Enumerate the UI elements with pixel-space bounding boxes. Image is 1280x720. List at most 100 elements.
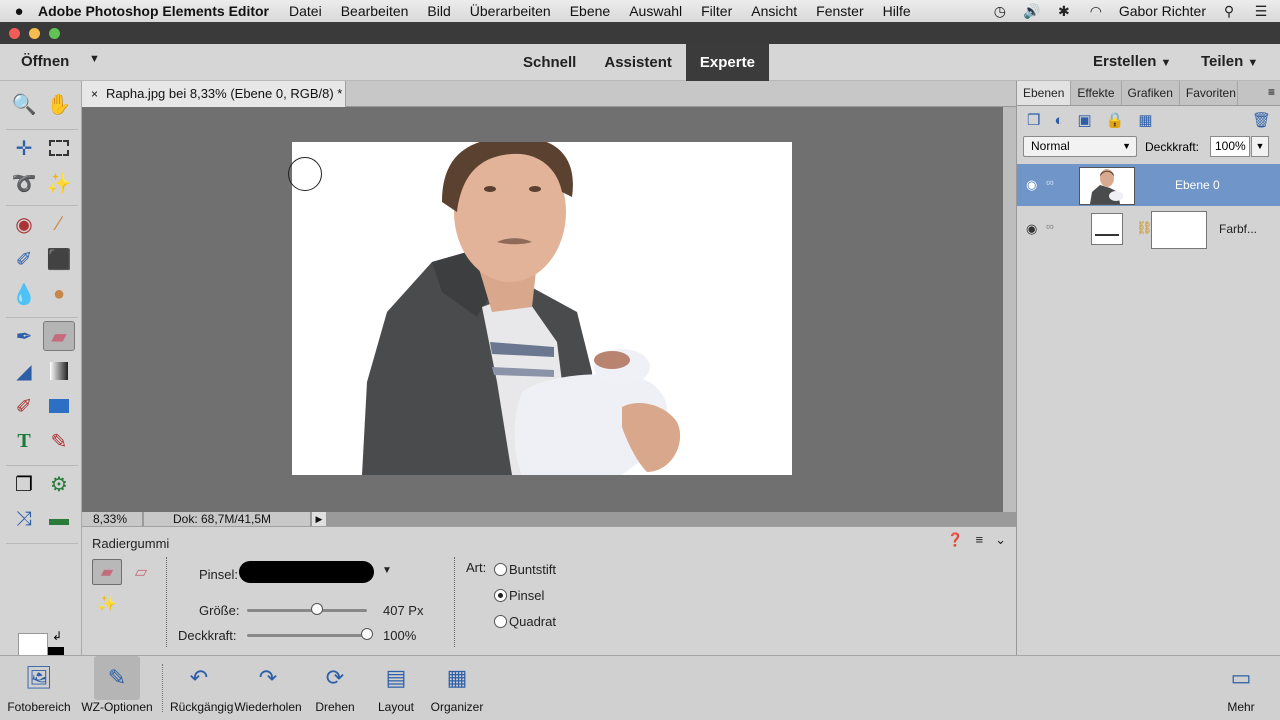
create-button[interactable]: Erstellen ▼: [1093, 53, 1171, 70]
clone-stamp-tool-icon[interactable]: ⬛: [43, 244, 75, 274]
open-dropdown-icon[interactable]: ▼: [89, 53, 100, 65]
document-image[interactable]: [292, 142, 792, 475]
type-buntstift-radio[interactable]: [494, 563, 507, 576]
apple-menu-icon[interactable]: ●: [0, 3, 38, 20]
link-icon[interactable]: ∞: [1046, 221, 1054, 233]
canvas-area[interactable]: [82, 107, 1003, 512]
menu-auswahl[interactable]: Auswahl: [629, 3, 682, 19]
blur-tool-icon[interactable]: 💧: [8, 279, 40, 309]
organizer-button[interactable]: ▦ Organizer: [426, 656, 488, 720]
menu-ebene[interactable]: Ebene: [570, 3, 610, 19]
more-button[interactable]: ▭ Mehr: [1218, 656, 1264, 720]
layer-opacity-dropdown-icon[interactable]: ▼: [1251, 136, 1269, 157]
brush-preview[interactable]: [239, 561, 374, 583]
user-name[interactable]: Gabor Richter: [1119, 3, 1206, 19]
move-tool-icon[interactable]: ✛: [8, 133, 40, 163]
layer-mask-icon[interactable]: ▣: [1078, 111, 1092, 129]
eraser-tool-icon[interactable]: ▰: [43, 321, 75, 351]
menu-fenster[interactable]: Fenster: [816, 3, 863, 19]
tab-grafiken[interactable]: Grafiken: [1122, 81, 1180, 105]
panel-menu-icon[interactable]: ≡: [976, 532, 984, 548]
size-slider-knob[interactable]: [310, 603, 323, 615]
collapse-panel-icon[interactable]: ⌄: [995, 532, 1006, 548]
type-pinsel-radio[interactable]: [494, 589, 507, 602]
layer-name[interactable]: Farbf...: [1219, 222, 1257, 236]
open-button[interactable]: Öffnen: [21, 53, 69, 70]
menu-ansicht[interactable]: Ansicht: [751, 3, 797, 19]
opacity-value[interactable]: 100%: [383, 628, 416, 643]
swap-colors-icon[interactable]: ↲: [52, 629, 62, 643]
window-zoom-button[interactable]: [49, 28, 60, 39]
background-eraser-variant-button[interactable]: ▱: [126, 559, 156, 585]
blend-mode-select[interactable]: Normal ▼: [1023, 136, 1137, 157]
layer-opacity-input[interactable]: 100%: [1210, 136, 1250, 157]
spotlight-search-icon[interactable]: ⚲: [1220, 3, 1238, 20]
window-minimize-button[interactable]: [29, 28, 40, 39]
gradient-tool-icon[interactable]: [43, 356, 75, 386]
hand-tool-icon[interactable]: ✋: [43, 89, 75, 119]
pencil-tool-icon[interactable]: ✎: [43, 426, 75, 456]
recompose-tool-icon[interactable]: ⚙: [43, 469, 75, 499]
size-value[interactable]: 407 Px: [383, 603, 423, 618]
mode-schnell[interactable]: Schnell: [509, 44, 590, 81]
mode-experte[interactable]: Experte: [685, 44, 769, 81]
smart-brush-tool-icon[interactable]: ✐: [8, 244, 40, 274]
tab-favoriten[interactable]: Favoriten: [1180, 81, 1238, 105]
status-menu-arrow-icon[interactable]: ▶: [312, 512, 326, 526]
notification-list-icon[interactable]: ☰: [1252, 3, 1270, 20]
photo-bin-button[interactable]: 🖼 Fotobereich: [4, 656, 74, 720]
brush-picker-dropdown-icon[interactable]: ▼: [382, 565, 392, 576]
tab-effekte[interactable]: Effekte: [1071, 81, 1122, 105]
app-menu[interactable]: Adobe Photoshop Elements Editor: [38, 3, 269, 19]
wifi-icon[interactable]: ◠: [1087, 3, 1105, 20]
rotate-button[interactable]: ⟳ Drehen: [308, 656, 362, 720]
type-pinsel-label[interactable]: Pinsel: [509, 588, 544, 603]
window-close-button[interactable]: [9, 28, 20, 39]
panel-menu-icon[interactable]: ≡: [1268, 85, 1275, 99]
paint-bucket-tool-icon[interactable]: ◢: [8, 356, 40, 386]
brush-tool-icon[interactable]: ✒: [8, 321, 40, 351]
close-document-icon[interactable]: ×: [91, 87, 98, 101]
zoom-tool-icon[interactable]: 🔍: [8, 89, 40, 119]
layer-name[interactable]: Ebene 0: [1175, 178, 1220, 192]
layer-row-farbfuellung[interactable]: ◉ ∞ ⛓ Farbf...: [1017, 208, 1280, 250]
link-icon[interactable]: ∞: [1046, 177, 1054, 189]
new-layer-icon[interactable]: ❒: [1027, 111, 1040, 129]
document-tab[interactable]: × Rapha.jpg bei 8,33% (Ebene 0, RGB/8) *: [82, 81, 346, 107]
vertical-scrollbar[interactable]: [1003, 107, 1016, 512]
type-buntstift-label[interactable]: Buntstift: [509, 562, 556, 577]
eyedropper-tool-icon[interactable]: ✐: [8, 391, 40, 421]
layer-row-ebene-0[interactable]: ◉ ∞ Ebene 0: [1017, 164, 1280, 206]
menu-datei[interactable]: Datei: [289, 3, 322, 19]
magic-wand-tool-icon[interactable]: ✨: [43, 168, 75, 198]
layout-button[interactable]: ▤ Layout: [370, 656, 422, 720]
menu-bild[interactable]: Bild: [427, 3, 450, 19]
bluetooth-icon[interactable]: ✱: [1055, 3, 1073, 20]
content-aware-move-tool-icon[interactable]: ⤨: [8, 504, 40, 534]
lasso-tool-icon[interactable]: ➰: [8, 168, 40, 198]
tool-options-button[interactable]: ✎ WZ-Optionen: [78, 656, 156, 720]
lock-all-icon[interactable]: 🔒: [1106, 111, 1125, 129]
red-eye-tool-icon[interactable]: ◉: [8, 209, 40, 239]
visibility-eye-icon[interactable]: ◉: [1026, 177, 1037, 193]
redo-button[interactable]: ↷ Wiederholen: [230, 656, 306, 720]
mode-assistent[interactable]: Assistent: [590, 44, 686, 81]
visibility-eye-icon[interactable]: ◉: [1026, 221, 1037, 237]
magic-eraser-variant-button[interactable]: ✨: [92, 591, 122, 617]
adjustment-layer-icon[interactable]: ◐: [1054, 112, 1063, 129]
volume-icon[interactable]: 🔊: [1023, 3, 1041, 20]
time-machine-icon[interactable]: ◷: [991, 3, 1009, 20]
undo-button[interactable]: ↶ Rückgängig: [170, 656, 233, 720]
share-button[interactable]: Teilen ▼: [1201, 53, 1258, 70]
lock-transparency-icon[interactable]: ▦: [1138, 111, 1152, 129]
type-quadrat-radio[interactable]: [494, 615, 507, 628]
help-icon[interactable]: ❓: [947, 532, 963, 548]
spot-healing-tool-icon[interactable]: ∕: [43, 209, 75, 239]
eraser-variant-button[interactable]: ▰: [92, 559, 122, 585]
opacity-slider-knob[interactable]: [361, 628, 373, 640]
shape-tool-icon[interactable]: [43, 391, 75, 421]
delete-layer-icon[interactable]: 🗑: [1252, 111, 1271, 129]
menu-bearbeiten[interactable]: Bearbeiten: [341, 3, 409, 19]
zoom-level[interactable]: 8,33%: [82, 512, 142, 526]
tab-ebenen[interactable]: Ebenen: [1017, 81, 1072, 105]
